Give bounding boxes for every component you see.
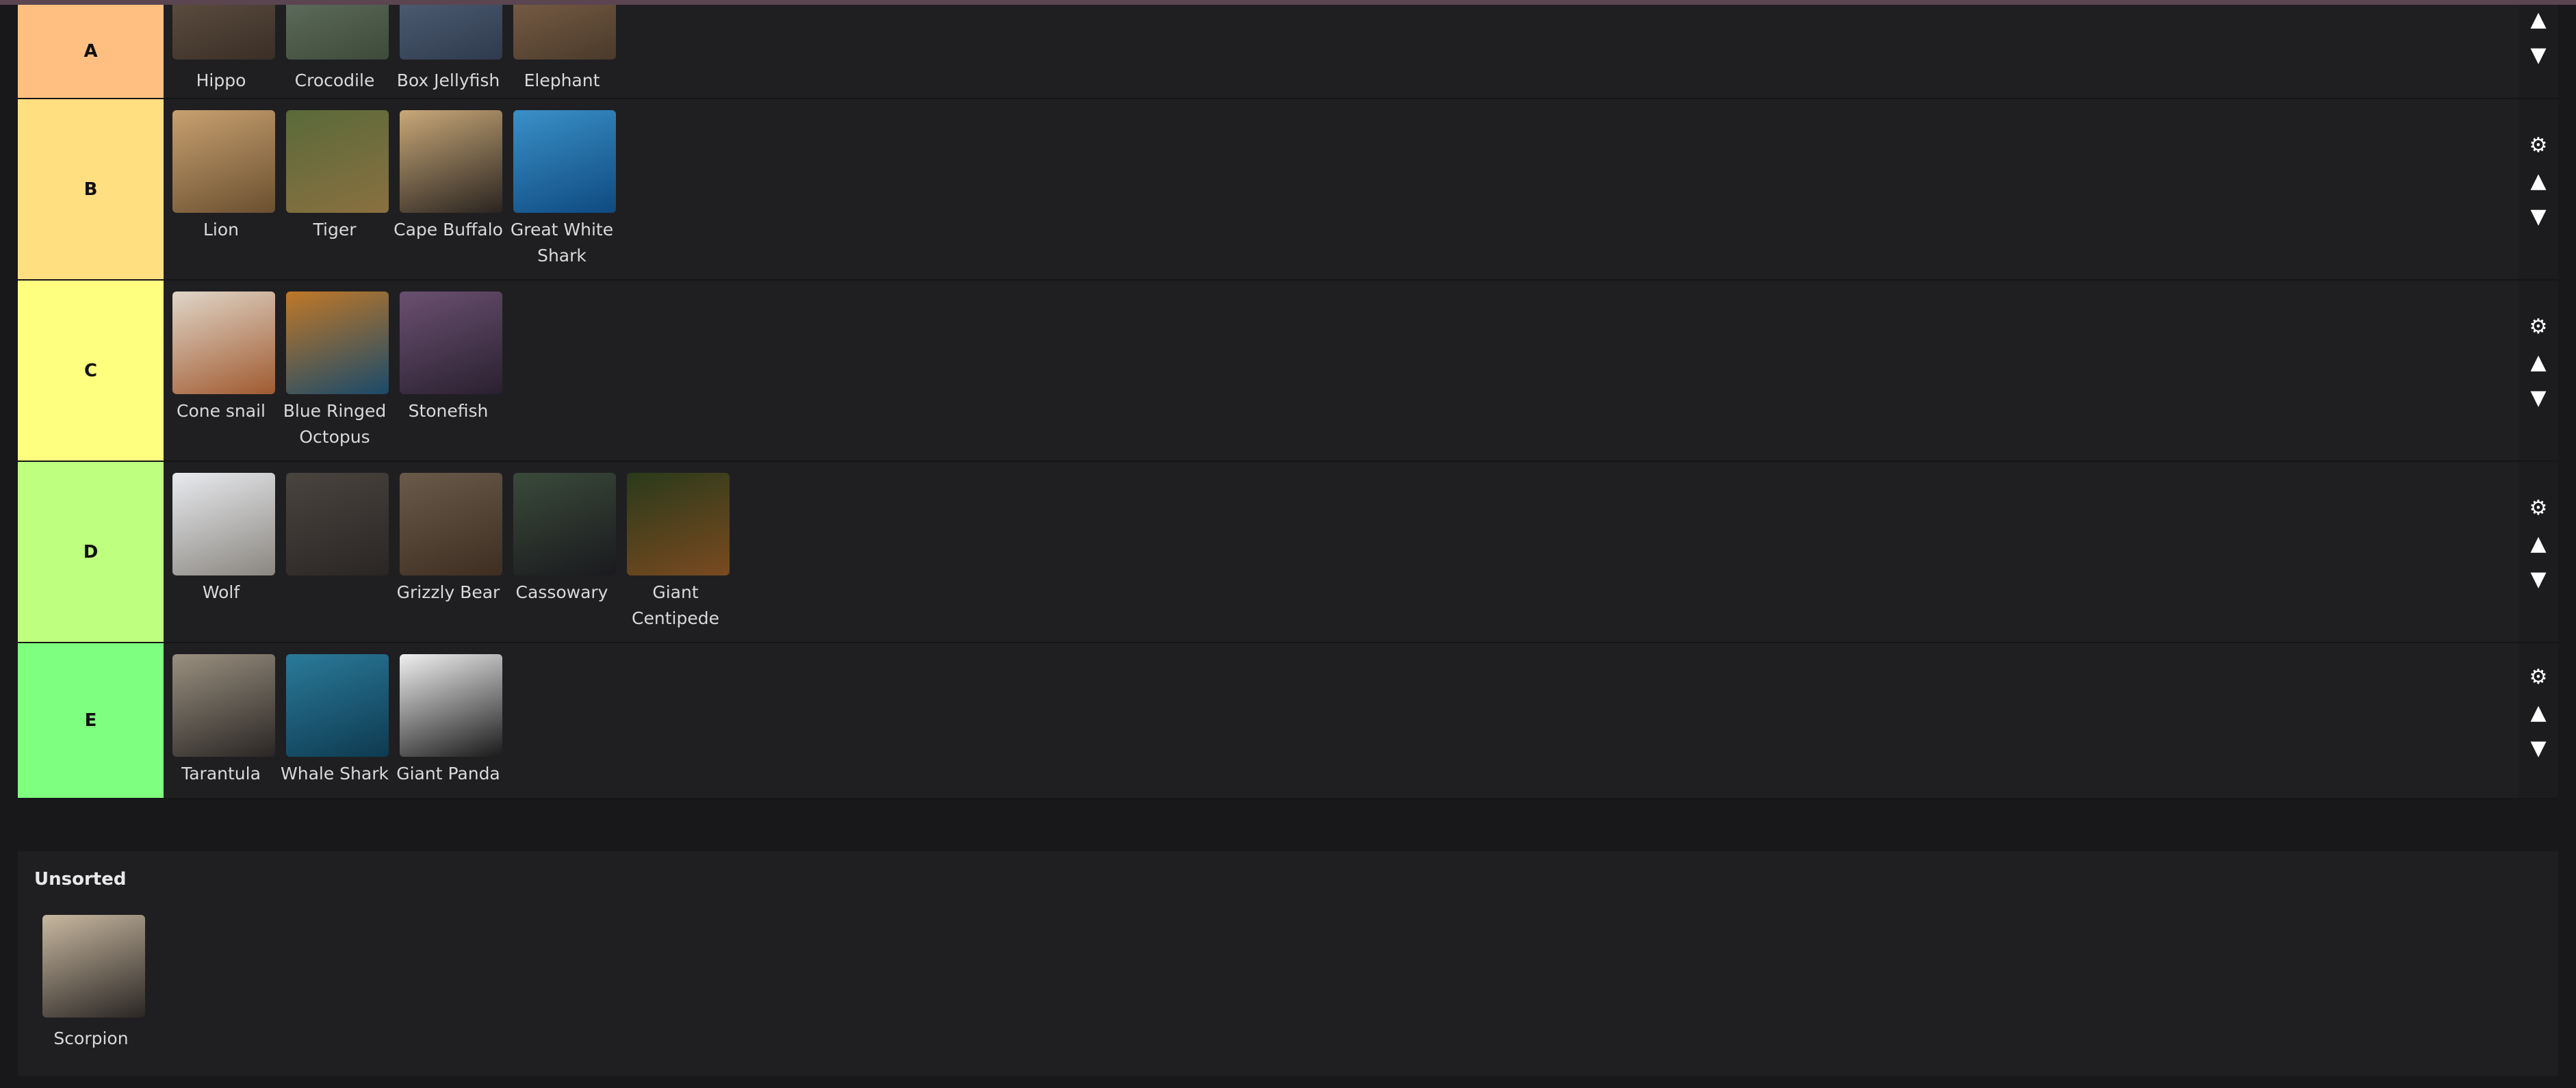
tier-controls: ⚙ ▲ ▼ — [2519, 99, 2558, 279]
gear-icon[interactable]: ⚙ — [2519, 317, 2558, 337]
gear-icon[interactable]: ⚙ — [2519, 498, 2558, 519]
unsorted-panel: Unsorted Scorpion — [18, 851, 2558, 1076]
hippo-photo[interactable] — [172, 5, 275, 60]
gear-icon[interactable]: ⚙ — [2519, 135, 2558, 156]
tier-controls: ⚙ ▲ ▼ — [2519, 462, 2558, 642]
wolf-photo[interactable] — [172, 473, 275, 575]
tier-row-c: C Cone snail Blue Ringed Octopus Stonefish ⚙… — [18, 281, 2558, 462]
arrow-down-icon[interactable]: ▼ — [2519, 388, 2558, 409]
gear-icon[interactable]: ⚙ — [2519, 667, 2558, 688]
tier-label[interactable]: B — [18, 99, 164, 279]
stonefish-photo[interactable] — [400, 292, 502, 394]
item-caption: Stonefish — [408, 401, 489, 421]
octopus-photo[interactable] — [286, 292, 389, 394]
item-caption: Cape Buffalo — [394, 220, 503, 239]
tier-controls: ⚙ ▲ ▼ — [2519, 643, 2558, 798]
arrow-up-icon[interactable]: ▲ — [2519, 534, 2558, 554]
whale-shark-photo[interactable] — [286, 654, 389, 757]
tier-items[interactable]: Tarantula Whale Shark Giant Panda — [164, 643, 2519, 798]
item-caption: Tiger — [313, 220, 357, 239]
tier-items[interactable]: Cone snail Blue Ringed Octopus Stonefish — [164, 281, 2519, 461]
tier-row-a: A Hippo Crocodile Box Jellyfish Elephant ▲ ▼ — [18, 5, 2558, 99]
centipede-photo[interactable] — [627, 473, 730, 575]
scorpion-dragging-photo[interactable] — [286, 473, 389, 575]
tier-row-b: B Lion Tiger Cape Buffalo Great White Shark ⚙… — [18, 99, 2558, 281]
elephant-photo[interactable] — [513, 5, 616, 60]
arrow-down-icon[interactable]: ▼ — [2519, 207, 2558, 227]
item-caption: Box Jellyfish — [396, 70, 500, 90]
tier-label[interactable]: D — [18, 462, 164, 642]
tiger-photo[interactable] — [286, 110, 389, 213]
item-caption: Giant Panda — [396, 764, 500, 783]
tier-label[interactable]: E — [18, 643, 164, 798]
tier-row-e: E Tarantula Whale Shark Giant Panda ⚙ ▲ ▼ — [18, 643, 2558, 799]
arrow-down-icon[interactable]: ▼ — [2519, 569, 2558, 590]
tarantula-photo[interactable] — [172, 654, 275, 757]
scorpion-photo[interactable] — [42, 915, 145, 1018]
unsorted-title: Unsorted — [34, 869, 127, 890]
item-caption: Grizzly Bear — [396, 582, 500, 602]
cone-snail-photo[interactable] — [172, 292, 275, 394]
shark-photo[interactable] — [513, 110, 616, 213]
tier-label[interactable]: C — [18, 281, 164, 461]
tier-items[interactable]: Lion Tiger Cape Buffalo Great White Shark — [164, 99, 2519, 279]
lion-photo[interactable] — [172, 110, 275, 213]
item-caption: Crocodile — [294, 70, 375, 90]
tier-items[interactable]: Hippo Crocodile Box Jellyfish Elephant — [164, 5, 2519, 98]
item-caption: Great White Shark — [510, 220, 614, 265]
item-caption: Wolf — [202, 582, 240, 602]
item-caption: Lion — [203, 220, 239, 239]
arrow-down-icon[interactable]: ▼ — [2519, 45, 2558, 66]
bear-photo[interactable] — [400, 473, 502, 575]
item-caption: Elephant — [524, 70, 600, 90]
item-caption: Cone snail — [176, 401, 266, 421]
panda-photo[interactable] — [400, 654, 502, 757]
tier-items[interactable]: Wolf Grizzly Bear Cassowary Giant Centipede — [164, 462, 2519, 642]
crocodile-photo[interactable] — [286, 5, 389, 60]
item-caption: Whale Shark — [281, 764, 389, 783]
tier-controls: ▲ ▼ — [2519, 5, 2558, 98]
item-caption: Scorpion — [53, 1028, 129, 1048]
window-top-border — [0, 0, 2576, 5]
arrow-up-icon[interactable]: ▲ — [2519, 703, 2558, 723]
item-caption: Cassowary — [515, 582, 608, 602]
arrow-up-icon[interactable]: ▲ — [2519, 171, 2558, 192]
cassowary-photo[interactable] — [513, 473, 616, 575]
jellyfish-photo[interactable] — [400, 5, 502, 60]
tier-row-d: D Wolf Grizzly Bear Cassowary Giant Centiped… — [18, 462, 2558, 643]
item-caption: Blue Ringed Octopus — [283, 401, 387, 447]
arrow-up-icon[interactable]: ▲ — [2519, 352, 2558, 373]
tier-list: A Hippo Crocodile Box Jellyfish Elephant ▲ ▼ B L… — [18, 5, 2558, 799]
tier-label[interactable]: A — [18, 5, 164, 98]
item-caption: Hippo — [196, 70, 246, 90]
item-caption: Tarantula — [181, 764, 261, 783]
tier-controls: ⚙ ▲ ▼ — [2519, 281, 2558, 461]
arrow-down-icon[interactable]: ▼ — [2519, 738, 2558, 759]
buffalo-photo[interactable] — [400, 110, 502, 213]
arrow-up-icon[interactable]: ▲ — [2519, 10, 2558, 30]
item-caption: Giant Centipede — [632, 582, 719, 628]
